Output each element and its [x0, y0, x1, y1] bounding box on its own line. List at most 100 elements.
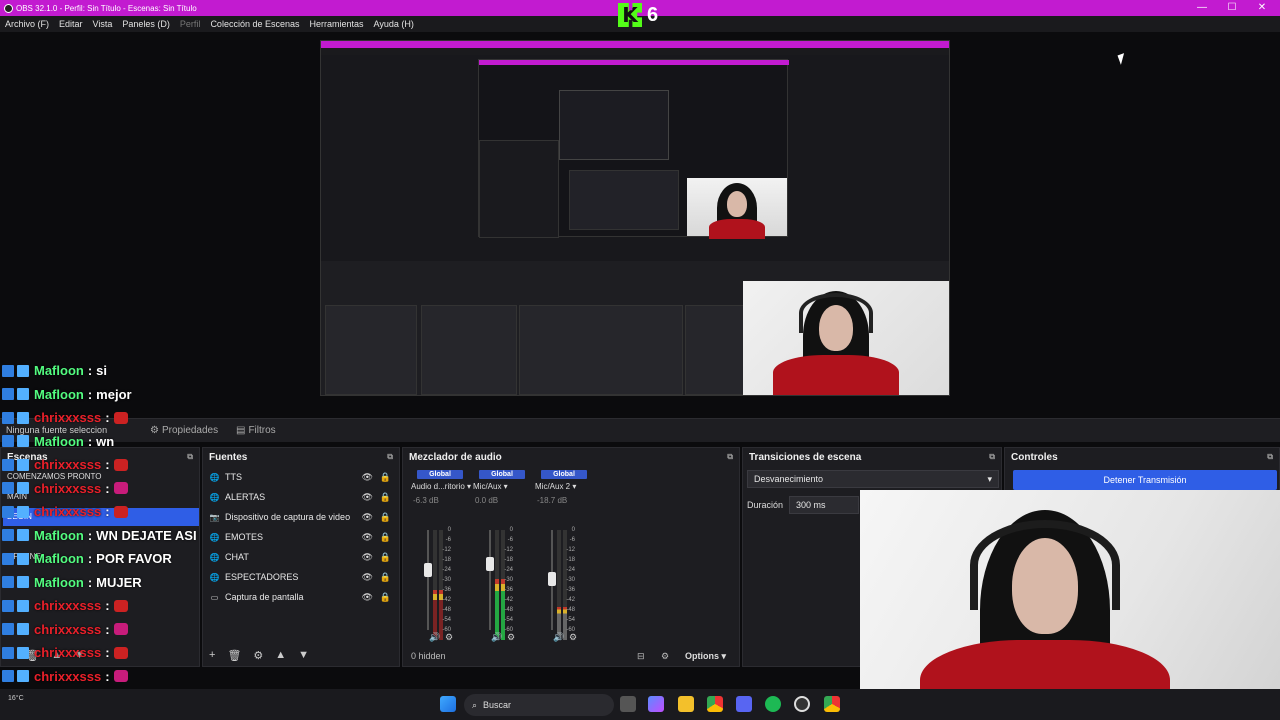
lock-icon[interactable]: 🔒 — [380, 592, 391, 603]
mixer-layout-icon[interactable]: ⊟ — [637, 651, 645, 662]
globe-icon: 🌐 — [209, 552, 220, 562]
kick-badge-icon — [2, 505, 14, 518]
channel-settings-icon[interactable]: ⚙ — [445, 632, 453, 643]
gear-icon: ⚙ — [150, 425, 159, 436]
menu-coleccion[interactable]: Colección de Escenas — [210, 19, 299, 29]
source-label: EMOTES — [225, 532, 264, 542]
mixer-options-button[interactable]: Options ▾ — [685, 651, 726, 662]
chrome-icon[interactable] — [824, 696, 840, 712]
mute-speaker-icon[interactable]: 🔊 — [429, 632, 440, 643]
menu-editar[interactable]: Editar — [59, 19, 83, 29]
mute-speaker-icon[interactable]: 🔊 — [553, 632, 564, 643]
undock-icon[interactable]: ⧉ — [1267, 452, 1273, 462]
spotify-icon[interactable] — [765, 696, 781, 712]
globe-icon: 🌐 — [209, 572, 220, 582]
undock-icon[interactable]: ⧉ — [989, 452, 995, 462]
volume-slider-handle[interactable] — [548, 572, 556, 586]
move-up-button[interactable]: ▲ — [275, 649, 286, 662]
chat-username: Mafloon — [34, 386, 84, 402]
visibility-eye-icon[interactable]: 👁 — [362, 472, 373, 483]
stream-preview[interactable] — [320, 40, 950, 396]
undock-icon[interactable]: ⧉ — [727, 452, 733, 462]
menu-herramientas[interactable]: Herramientas — [310, 19, 364, 29]
menu-paneles[interactable]: Paneles (D) — [122, 19, 170, 29]
channel-name[interactable]: Audio d...ritorio ▾ — [407, 482, 473, 491]
chat-text: si — [96, 363, 108, 378]
volume-slider[interactable] — [489, 530, 491, 630]
volume-slider[interactable] — [427, 530, 429, 630]
emote-icon — [113, 458, 128, 471]
visibility-eye-icon[interactable]: 👁 — [362, 512, 373, 523]
visibility-eye-icon[interactable]: 👁 — [362, 592, 373, 603]
move-down-button[interactable]: ▼ — [298, 649, 309, 662]
start-icon[interactable] — [440, 696, 456, 712]
source-item[interactable]: 📷 Dispositivo de captura de video 👁 🔒 — [209, 508, 395, 526]
visibility-eye-icon[interactable]: 👁 — [362, 552, 373, 563]
copilot-icon[interactable] — [648, 696, 664, 712]
filters-tab[interactable]: ▤ Filtros — [236, 425, 276, 436]
preview-nested-menubar — [321, 48, 949, 55]
file-explorer-icon[interactable] — [678, 696, 694, 712]
preview-nested-webcam — [687, 178, 787, 239]
hidden-count: 0 hidden — [411, 651, 446, 661]
camera-icon: 📷 — [209, 512, 220, 522]
stop-stream-button[interactable]: Detener Transmisión — [1013, 470, 1277, 490]
subscriber-badge-icon — [17, 529, 29, 541]
filter-icon: ▤ — [236, 425, 246, 436]
discord-icon[interactable] — [736, 696, 752, 712]
chrome-icon[interactable] — [707, 696, 723, 712]
transition-select[interactable]: Desvanecimiento ▾ — [747, 470, 999, 488]
close-button[interactable]: ✕ — [1248, 0, 1276, 16]
subscriber-badge-icon — [17, 458, 29, 471]
source-item[interactable]: 🌐 TTS 👁 🔒 — [209, 468, 395, 486]
undock-icon[interactable]: ⧉ — [387, 452, 393, 462]
channel-settings-icon[interactable]: ⚙ — [569, 632, 577, 643]
minimize-button[interactable]: — — [1188, 0, 1216, 16]
lock-icon[interactable]: 🔒 — [380, 572, 391, 583]
chat-text: wn — [96, 433, 115, 449]
channel-name[interactable]: Mic/Aux 2 ▾ — [531, 482, 597, 491]
lock-icon[interactable]: 🔒 — [380, 472, 391, 483]
chat-username: chrixxxsss — [34, 621, 102, 637]
add-source-button[interactable]: + — [209, 649, 215, 662]
taskbar-search[interactable]: ⌕ Buscar — [464, 694, 614, 716]
kick-badge-icon — [2, 552, 14, 565]
visibility-eye-icon[interactable]: 👁 — [362, 572, 373, 583]
obs-taskbar-icon[interactable] — [794, 696, 810, 712]
mixer-settings-icon[interactable]: ⚙ — [661, 651, 669, 662]
source-item[interactable]: 🌐 ALERTAS 👁 🔒 — [209, 488, 395, 506]
kick-badge-icon — [2, 458, 14, 471]
source-item[interactable]: 🌐 EMOTES 👁 🔒 — [209, 528, 395, 546]
lock-icon[interactable]: 🔒 — [380, 552, 391, 563]
lock-icon[interactable]: 🔒 — [380, 512, 391, 523]
maximize-button[interactable]: ☐ — [1218, 0, 1246, 16]
source-item[interactable]: 🌐 ESPECTADORES 👁 🔒 — [209, 568, 395, 586]
properties-tab[interactable]: ⚙ Propiedades — [150, 425, 218, 436]
source-item[interactable]: ▭ Captura de pantalla 👁 🔒 — [209, 588, 395, 606]
volume-slider-handle[interactable] — [486, 557, 494, 571]
menu-vista[interactable]: Vista — [93, 19, 113, 29]
duration-input[interactable]: 300 ms — [789, 496, 859, 514]
channel-settings-icon[interactable]: ⚙ — [507, 632, 515, 643]
channel-name[interactable]: Mic/Aux ▾ — [469, 482, 535, 491]
menu-perfil[interactable]: Perfil — [180, 19, 201, 29]
volume-slider-handle[interactable] — [424, 563, 432, 577]
kick-badge-icon — [2, 670, 14, 682]
visibility-eye-icon[interactable]: 👁 — [362, 492, 373, 503]
channel-db: -18.7 dB — [537, 496, 568, 505]
mixer-title: Mezclador de audio — [409, 451, 502, 463]
emote-icon — [113, 505, 128, 518]
menu-ayuda[interactable]: Ayuda (H) — [374, 19, 414, 29]
kick-badge-icon — [2, 599, 14, 612]
source-item[interactable]: 🌐 CHAT 👁 🔒 — [209, 548, 395, 566]
source-settings-button[interactable]: ⚙ — [253, 649, 263, 662]
lock-icon[interactable]: 🔒 — [380, 532, 391, 543]
task-view-icon[interactable] — [620, 696, 636, 712]
lock-icon[interactable]: 🔒 — [380, 492, 391, 503]
undock-icon[interactable]: ⧉ — [187, 452, 193, 462]
visibility-eye-icon[interactable]: 👁 — [362, 532, 373, 543]
remove-source-button[interactable]: 🗑 — [227, 649, 241, 662]
mute-speaker-icon[interactable]: 🔊 — [491, 632, 502, 643]
menu-archivo[interactable]: Archivo (F) — [5, 19, 49, 29]
chat-username: Mafloon — [34, 551, 84, 566]
